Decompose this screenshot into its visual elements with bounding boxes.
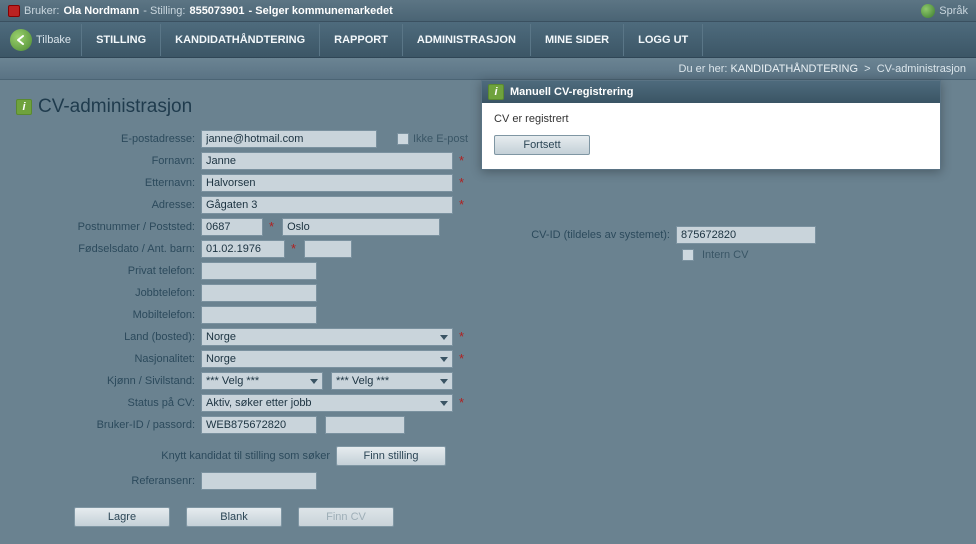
- postnummer-field[interactable]: [201, 218, 263, 236]
- no-email-label: Ikke E-post: [413, 133, 468, 145]
- tab-stilling[interactable]: STILLING: [81, 24, 160, 56]
- label-jobbtel: Jobbtelefon:: [16, 287, 201, 299]
- mobil-telefon-field[interactable]: [201, 306, 317, 324]
- breadcrumb-sep: >: [864, 63, 870, 75]
- adresse-field[interactable]: [201, 196, 453, 214]
- label-status: Status på CV:: [16, 397, 201, 409]
- label-adresse: Adresse:: [16, 199, 201, 211]
- nasjonalitet-select[interactable]: Norge: [201, 350, 453, 368]
- required-icon: *: [269, 219, 274, 234]
- required-icon: *: [459, 197, 464, 212]
- land-value: Norge: [206, 331, 236, 343]
- required-icon: *: [459, 329, 464, 344]
- position-title: - Selger kommunemarkedet: [249, 5, 393, 17]
- lagre-button[interactable]: Lagre: [74, 507, 170, 527]
- label-postnr: Postnummer / Poststed:: [16, 221, 201, 233]
- user-name: Ola Nordmann: [63, 5, 139, 17]
- label-kjonn: Kjønn / Sivilstand:: [16, 375, 201, 387]
- cvid-field: [676, 226, 816, 244]
- email-field[interactable]: [201, 130, 377, 148]
- jobb-telefon-field[interactable]: [201, 284, 317, 302]
- intern-cv-label: Intern CV: [702, 249, 748, 261]
- privat-telefon-field[interactable]: [201, 262, 317, 280]
- brukerid-field[interactable]: [201, 416, 317, 434]
- label-privtel: Privat telefon:: [16, 265, 201, 277]
- label-fornavn: Fornavn:: [16, 155, 201, 167]
- label-knytt: Knytt kandidat til stilling som søker: [16, 450, 336, 462]
- antbarn-field[interactable]: [304, 240, 352, 258]
- globe-icon: [921, 4, 935, 18]
- breadcrumb-prefix: Du er her:: [679, 63, 728, 75]
- tab-rapport[interactable]: RAPPORT: [319, 24, 402, 56]
- label-mobtel: Mobiltelefon:: [16, 309, 201, 321]
- land-select[interactable]: Norge: [201, 328, 453, 346]
- kjonn-select[interactable]: *** Velg ***: [201, 372, 323, 390]
- status-select[interactable]: Aktiv, søker etter jobb: [201, 394, 453, 412]
- position-label: - Stilling:: [143, 5, 185, 17]
- label-brukerid: Bruker-ID / passord:: [16, 419, 201, 431]
- breadcrumb-current: CV-administrasjon: [877, 63, 966, 75]
- label-nasj: Nasjonalitet:: [16, 353, 201, 365]
- required-icon: *: [459, 153, 464, 168]
- label-fodsel: Fødselsdato / Ant. barn:: [16, 243, 201, 255]
- back-button[interactable]: Tilbake: [8, 25, 81, 55]
- manual-cv-modal: i Manuell CV-registrering CV er registre…: [481, 80, 941, 170]
- finn-cv-button: Finn CV: [298, 507, 394, 527]
- tab-mine-sider[interactable]: MINE SIDER: [530, 24, 623, 56]
- kjonn-value: *** Velg ***: [206, 375, 259, 387]
- navbar: Tilbake STILLING KANDIDATHÅNDTERING RAPP…: [0, 22, 976, 58]
- intern-cv-checkbox[interactable]: [682, 249, 694, 261]
- back-label: Tilbake: [36, 34, 71, 46]
- required-icon: *: [459, 395, 464, 410]
- required-icon: *: [459, 175, 464, 190]
- tab-logg-ut[interactable]: LOGG UT: [623, 24, 703, 56]
- label-land: Land (bosted):: [16, 331, 201, 343]
- language-label: Språk: [939, 5, 968, 17]
- passord-field[interactable]: [325, 416, 405, 434]
- no-email-checkbox[interactable]: [397, 133, 409, 145]
- breadcrumb: Du er her: KANDIDATHÅNDTERING > CV-admin…: [0, 58, 976, 80]
- label-referanse: Referansenr:: [16, 475, 201, 487]
- page-title: CV-administrasjon: [38, 96, 192, 118]
- back-arrow-icon: [10, 29, 32, 51]
- label-etternavn: Etternavn:: [16, 177, 201, 189]
- label-cvid: CV-ID (tildeles av systemet):: [516, 229, 676, 241]
- status-value: Aktiv, søker etter jobb: [206, 397, 312, 409]
- modal-title: Manuell CV-registrering: [510, 86, 633, 98]
- modal-message: CV er registrert: [494, 113, 928, 125]
- stop-icon: [8, 5, 20, 17]
- user-label: Bruker:: [24, 5, 59, 17]
- label-email: E-postadresse:: [16, 133, 201, 145]
- sivilstand-value: *** Velg ***: [336, 375, 389, 387]
- required-icon: *: [459, 351, 464, 366]
- fodselsdato-field[interactable]: [201, 240, 285, 258]
- finn-stilling-button[interactable]: Finn stilling: [336, 446, 446, 466]
- position-id: 855073901: [189, 5, 244, 17]
- required-icon: *: [291, 241, 296, 256]
- breadcrumb-link[interactable]: KANDIDATHÅNDTERING: [731, 63, 859, 75]
- fortsett-button[interactable]: Fortsett: [494, 135, 590, 155]
- blank-button[interactable]: Blank: [186, 507, 282, 527]
- etternavn-field[interactable]: [201, 174, 453, 192]
- poststed-field[interactable]: [282, 218, 440, 236]
- referanse-field[interactable]: [201, 472, 317, 490]
- info-icon: i: [488, 84, 504, 100]
- info-icon: i: [16, 99, 32, 115]
- language-switch[interactable]: Språk: [921, 4, 968, 18]
- tab-kandidathandtering[interactable]: KANDIDATHÅNDTERING: [160, 24, 319, 56]
- tab-administrasjon[interactable]: ADMINISTRASJON: [402, 24, 530, 56]
- nasjonalitet-value: Norge: [206, 353, 236, 365]
- fornavn-field[interactable]: [201, 152, 453, 170]
- topbar: Bruker: Ola Nordmann - Stilling: 8550739…: [0, 0, 976, 22]
- sivilstand-select[interactable]: *** Velg ***: [331, 372, 453, 390]
